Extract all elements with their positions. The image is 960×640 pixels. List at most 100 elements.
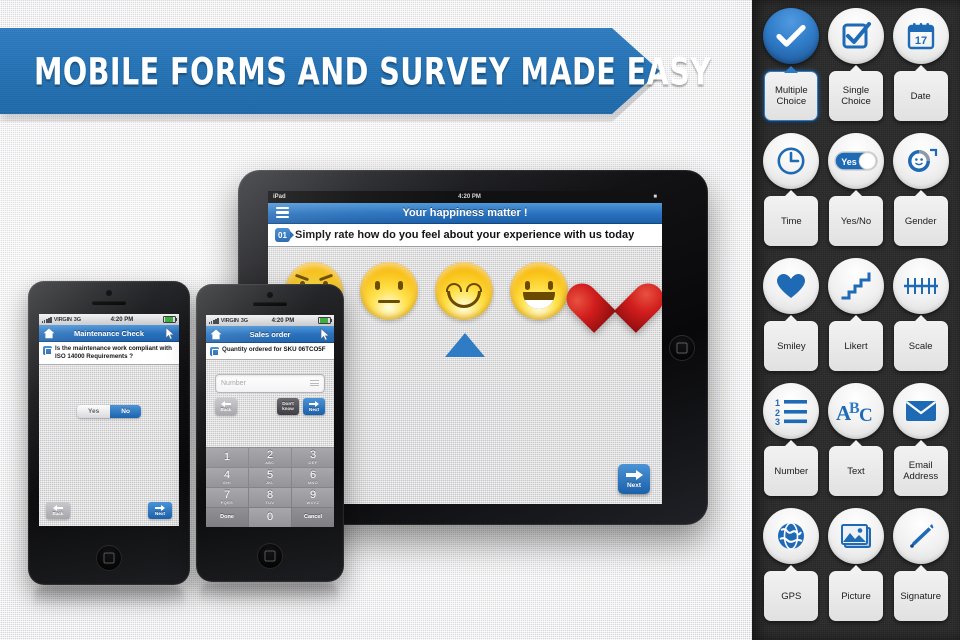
question-type-palette[interactable]: Multiple Choice Single Choice 17 Date Ti… bbox=[752, 0, 960, 640]
middle-carrier: VIRGIN bbox=[220, 317, 239, 324]
promo-graphic: MOBILE FORMS AND SURVEY MADE EASY iPad 4… bbox=[0, 0, 960, 640]
dont-know-button[interactable]: Don't know bbox=[277, 397, 299, 415]
tool-multiple-choice[interactable]: Multiple Choice bbox=[762, 8, 821, 133]
tool-gender[interactable]: Gender bbox=[891, 133, 950, 258]
keypad-key[interactable]: 2 ABC bbox=[249, 448, 291, 467]
keypad-key[interactable]: 0 bbox=[249, 508, 291, 527]
ipad-status-battery: ■ bbox=[653, 194, 657, 200]
tool-likert[interactable]: Likert bbox=[827, 258, 886, 383]
numbered-list-icon[interactable]: 1 2 3 bbox=[763, 383, 820, 439]
iphone-middle-home-button[interactable] bbox=[257, 543, 283, 569]
left-next-button[interactable]: Next bbox=[148, 502, 172, 519]
middle-next-button[interactable]: Next bbox=[303, 397, 325, 415]
tool-single-choice[interactable]: Single Choice bbox=[827, 8, 886, 133]
selection-pointer-triangle bbox=[445, 333, 485, 357]
ipad-status-bar: iPad 4:20 PM ■ bbox=[268, 191, 662, 203]
check-circle-icon[interactable] bbox=[763, 8, 820, 64]
home-icon[interactable] bbox=[43, 327, 55, 339]
tool-label[interactable]: Gender bbox=[893, 196, 948, 246]
envelope-icon[interactable] bbox=[892, 383, 949, 439]
tool-time[interactable]: Time bbox=[762, 133, 821, 258]
choice-neutral-face[interactable] bbox=[360, 262, 418, 320]
keypad-key[interactable]: 1 bbox=[206, 448, 248, 467]
home-icon[interactable] bbox=[210, 328, 222, 340]
tool-picture[interactable]: Picture bbox=[827, 508, 886, 633]
yes-no-segmented-control[interactable]: Yes No bbox=[77, 405, 141, 418]
tool-email-address[interactable]: Email Address bbox=[891, 383, 950, 508]
abc-icon[interactable]: A B C bbox=[827, 383, 884, 439]
middle-status-time: 4:20 PM bbox=[271, 317, 295, 324]
tool-label[interactable]: Yes/No bbox=[828, 196, 883, 246]
tool-label[interactable]: Multiple Choice bbox=[764, 71, 819, 121]
keypad-key[interactable]: 4 GHI bbox=[206, 468, 248, 487]
left-back-button[interactable]: Back bbox=[46, 502, 70, 519]
tool-label[interactable]: Number bbox=[764, 446, 819, 496]
clock-icon[interactable] bbox=[763, 133, 820, 189]
keypad-key[interactable]: 7 PQRS bbox=[206, 488, 248, 507]
ipad-status-time: 4:20 PM bbox=[458, 194, 481, 200]
tool-scale[interactable]: Scale bbox=[891, 258, 950, 383]
choice-grinning-face[interactable] bbox=[510, 262, 568, 320]
mouse-cursor-icon bbox=[320, 327, 331, 341]
choice-smiling-face[interactable] bbox=[435, 262, 493, 320]
tool-label[interactable]: Signature bbox=[893, 571, 948, 621]
tool-label[interactable]: GPS bbox=[764, 571, 819, 621]
tool-number[interactable]: 1 2 3 Number bbox=[762, 383, 821, 508]
keypad-key[interactable]: 5 JKL bbox=[249, 468, 291, 487]
checkbox-icon[interactable] bbox=[827, 8, 884, 64]
pen-icon[interactable] bbox=[892, 508, 949, 564]
tool-signature[interactable]: Signature bbox=[891, 508, 950, 633]
left-carrier: VIRGIN bbox=[53, 316, 72, 323]
middle-question-number-badge bbox=[210, 346, 219, 356]
tool-label[interactable]: Likert bbox=[828, 321, 883, 371]
choice-heart-icon[interactable] bbox=[585, 263, 645, 319]
keypad-cancel-key[interactable]: Cancel bbox=[292, 508, 334, 527]
iphone-left-home-button[interactable] bbox=[96, 545, 122, 571]
stairs-icon[interactable] bbox=[827, 258, 884, 314]
middle-survey-title: Sales order bbox=[249, 329, 291, 339]
device-reflection bbox=[34, 586, 184, 616]
keypad-key[interactable]: 3 DEF bbox=[292, 448, 334, 467]
image-icon[interactable] bbox=[827, 508, 884, 564]
middle-network: 3G bbox=[240, 317, 248, 324]
keypad-key[interactable]: 8 TUV bbox=[249, 488, 291, 507]
tool-gps[interactable]: GPS bbox=[762, 508, 821, 633]
tool-label[interactable]: Text bbox=[828, 446, 883, 496]
ipad-next-button[interactable]: Next bbox=[618, 464, 650, 494]
tool-label[interactable]: Picture bbox=[828, 571, 883, 621]
left-next-label: Next bbox=[155, 511, 165, 516]
keypad-done-key[interactable]: Done bbox=[206, 508, 248, 527]
option-yes[interactable]: Yes bbox=[77, 405, 111, 418]
tool-yes-no[interactable]: Yes Yes/No bbox=[827, 133, 886, 258]
arrow-left-icon bbox=[221, 400, 231, 407]
middle-back-button[interactable]: Back bbox=[215, 397, 237, 415]
tool-label[interactable]: Time bbox=[764, 196, 819, 246]
option-no[interactable]: No bbox=[110, 405, 141, 418]
gender-face-icon[interactable] bbox=[892, 133, 949, 189]
middle-navbar: Sales order bbox=[206, 326, 334, 343]
tool-label[interactable]: Single Choice bbox=[828, 71, 883, 121]
left-question-bar: Is the maintenance work compliant with I… bbox=[39, 342, 179, 365]
calendar-icon[interactable]: 17 bbox=[892, 8, 949, 64]
heart-icon[interactable] bbox=[763, 258, 820, 314]
hamburger-menu-icon[interactable] bbox=[276, 207, 289, 218]
tool-label[interactable]: Email Address bbox=[893, 446, 948, 496]
tool-label[interactable]: Smiley bbox=[764, 321, 819, 371]
signal-bars-icon bbox=[42, 316, 52, 323]
left-navbar: Maintenance Check bbox=[39, 325, 179, 342]
tool-label[interactable]: Scale bbox=[893, 321, 948, 371]
tool-smiley[interactable]: Smiley bbox=[762, 258, 821, 383]
tool-label[interactable]: Date bbox=[893, 71, 948, 121]
tool-date[interactable]: 17 Date bbox=[891, 8, 950, 133]
tool-text[interactable]: A B C Text bbox=[827, 383, 886, 508]
keypad-key[interactable]: 9 WXYZ bbox=[292, 488, 334, 507]
globe-icon[interactable] bbox=[763, 508, 820, 564]
ipad-home-button[interactable] bbox=[669, 334, 695, 361]
numeric-keypad[interactable]: 1 2 ABC 3 DEF 4 GHI 5 JKL 6 MNO 7 PQRS 8 TUV 9W… bbox=[206, 447, 334, 527]
toggle-switch-icon[interactable]: Yes bbox=[827, 133, 884, 189]
keypad-key[interactable]: 6 MNO bbox=[292, 468, 334, 487]
ruler-icon[interactable] bbox=[892, 258, 949, 314]
number-input-field[interactable]: Number bbox=[215, 373, 325, 393]
dont-know-label-2: know bbox=[282, 406, 294, 411]
iphone-middle-screen: VIRGIN 3G 4:20 PM Sales order Quantity o… bbox=[206, 315, 334, 527]
